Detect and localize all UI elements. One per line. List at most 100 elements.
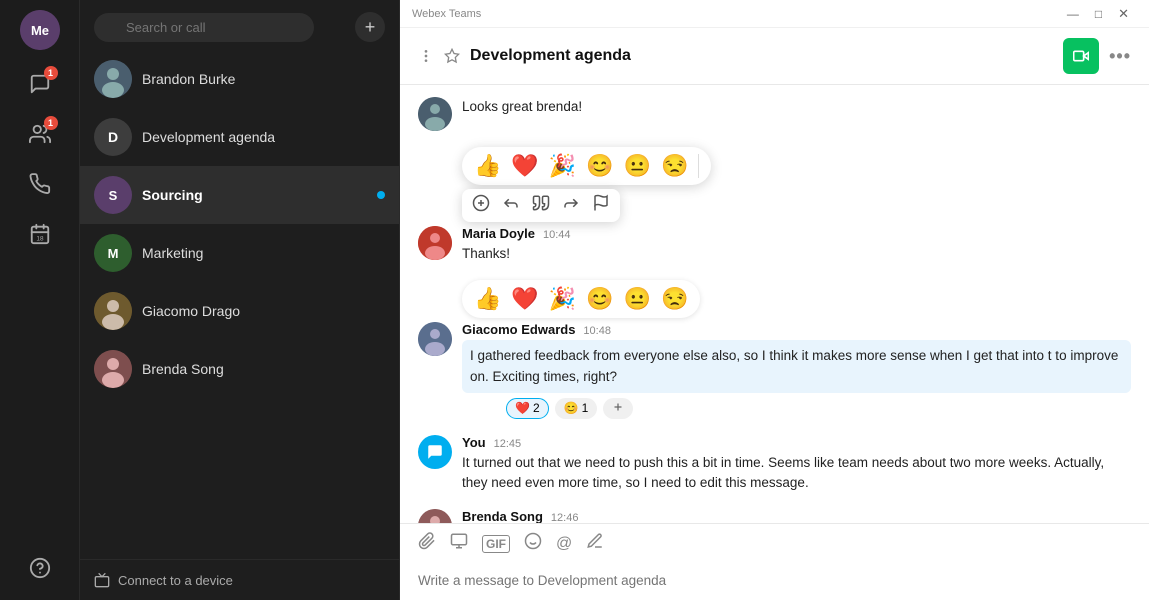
- reaction-unamused[interactable]: 😒: [661, 153, 688, 179]
- icon-bar: Me 1 1 18: [0, 0, 80, 600]
- user-avatar[interactable]: Me: [20, 10, 60, 50]
- react-unamused-2[interactable]: 😒: [661, 286, 688, 312]
- calendar-nav-button[interactable]: 18: [18, 212, 62, 256]
- video-call-button[interactable]: [1063, 38, 1099, 74]
- calls-nav-button[interactable]: [18, 162, 62, 206]
- messages-nav-button[interactable]: 1: [18, 62, 62, 106]
- msg-time-brenda: 12:46: [551, 512, 579, 523]
- more-options-button[interactable]: •••: [1109, 46, 1131, 67]
- sidebar-item-name-brenda-song: Brenda Song: [142, 361, 224, 377]
- help-button[interactable]: [18, 546, 62, 590]
- flag-action[interactable]: [592, 194, 610, 217]
- messages-list: Looks great brenda! 👍 ❤️ 🎉 😊 😐 😒: [400, 85, 1149, 523]
- message-row-giacomo: Giacomo Edwards 10:48 I gathered feedbac…: [418, 322, 1131, 419]
- reply-action[interactable]: [502, 194, 520, 217]
- sidebar-item-brandon-burke[interactable]: Brandon Burke: [80, 50, 399, 108]
- message-row-2: Maria Doyle 10:44 Thanks!: [418, 226, 1131, 264]
- sidebar-item-giacomo-drago[interactable]: Giacomo Drago: [80, 282, 399, 340]
- sidebar: + Brandon Burke D Development agenda S S…: [80, 0, 400, 600]
- reaction-neutral[interactable]: 😐: [624, 153, 651, 179]
- message-input[interactable]: [418, 573, 1131, 588]
- reaction-heart[interactable]: ❤️: [511, 153, 538, 179]
- quote-action[interactable]: [532, 194, 550, 217]
- gif-button[interactable]: GIF: [482, 535, 510, 553]
- sidebar-item-name-sourcing: Sourcing: [142, 187, 203, 203]
- chat-title: Development agenda: [470, 47, 1053, 65]
- close-button[interactable]: ✕: [1110, 6, 1137, 22]
- reaction-thumbsup[interactable]: 👍: [474, 153, 501, 179]
- chat-area: Webex Teams — □ ✕ Development agenda •••…: [400, 0, 1149, 600]
- avatar-brenda: [418, 509, 452, 523]
- avatar-you: [418, 435, 452, 469]
- screen-share-button[interactable]: [450, 532, 468, 555]
- react-party-2[interactable]: 🎉: [549, 286, 576, 312]
- sidebar-item-name-brandon-burke: Brandon Burke: [142, 71, 235, 87]
- reaction-picker-popup[interactable]: 👍 ❤️ 🎉 😊 😐 😒: [462, 147, 711, 185]
- react-neutral-2[interactable]: 😐: [624, 286, 651, 312]
- chat-input-area: [400, 563, 1149, 600]
- avatar-msg1: [418, 97, 452, 131]
- reaction-party[interactable]: 🎉: [549, 153, 576, 179]
- star-icon[interactable]: [444, 48, 460, 64]
- sidebar-item-brenda-song[interactable]: Brenda Song: [80, 340, 399, 398]
- sidebar-item-sourcing[interactable]: S Sourcing: [80, 166, 399, 224]
- inline-reactions-giacomo: ❤️2 😊1: [506, 398, 1149, 419]
- reaction-add-button[interactable]: [603, 398, 633, 419]
- app-title: Webex Teams: [412, 8, 481, 20]
- back-icon: [418, 48, 434, 64]
- message-group-2: 👍 ❤️ 🎉 😊 😐 😒: [418, 147, 1131, 264]
- sidebar-item-development-agenda[interactable]: D Development agenda: [80, 108, 399, 166]
- add-button[interactable]: +: [355, 12, 385, 42]
- forward-action[interactable]: [562, 194, 580, 217]
- emoji-button[interactable]: [524, 532, 542, 555]
- msg-author-giacomo: Giacomo Edwards: [462, 322, 575, 337]
- more-toolbar-button[interactable]: [586, 532, 604, 555]
- avatar-marketing: M: [94, 234, 132, 272]
- attachment-button[interactable]: [418, 532, 436, 555]
- emoji-row-giacomo: 👍 ❤️ 🎉 😊 😐 😒: [462, 280, 1149, 318]
- msg-content-brenda: Brenda Song 12:46 Great Giacomo. I think…: [462, 509, 1131, 523]
- msg-header-giacomo: Giacomo Edwards 10:48: [462, 322, 1131, 337]
- search-input[interactable]: [94, 13, 314, 42]
- msg-text-giacomo: I gathered feedback from everyone else a…: [462, 340, 1131, 393]
- avatar-maria-doyle: [418, 226, 452, 260]
- msg-header-brenda: Brenda Song 12:46: [462, 509, 1131, 523]
- avatar-giacomo-edwards: [418, 322, 452, 356]
- msg-content-maria: Maria Doyle 10:44 Thanks!: [462, 226, 1131, 264]
- reaction-smile[interactable]: 😊: [586, 153, 613, 179]
- chat-toolbar: GIF @: [400, 523, 1149, 563]
- sidebar-item-name-giacomo-drago: Giacomo Drago: [142, 303, 240, 319]
- reaction-pill-smile[interactable]: 😊1: [555, 398, 598, 419]
- avatar-brenda-song: [94, 350, 132, 388]
- react-thumbsup-2[interactable]: 👍: [474, 286, 501, 312]
- connect-device-button[interactable]: Connect to a device: [80, 559, 399, 600]
- add-reaction-action[interactable]: [472, 194, 490, 217]
- message-row-brenda: Brenda Song 12:46 Great Giacomo. I think…: [418, 509, 1131, 523]
- mention-button[interactable]: @: [556, 535, 572, 553]
- msg-time-maria: 10:44: [543, 229, 571, 241]
- messages-badge: 1: [44, 66, 58, 80]
- message-group-3: 👍 ❤️ 🎉 😊 😐 😒 Giacomo Edwards 10:48: [418, 280, 1131, 419]
- emoji-row-popup[interactable]: 👍 ❤️ 🎉 😊 😐 😒: [462, 280, 700, 318]
- msg-content-you1: You 12:45 It turned out that we need to …: [462, 435, 1131, 494]
- sidebar-list: Brandon Burke D Development agenda S Sou…: [80, 50, 399, 559]
- msg-time-you1: 12:45: [494, 438, 522, 450]
- message-row: Looks great brenda!: [418, 97, 1131, 131]
- react-heart-2[interactable]: ❤️: [511, 286, 538, 312]
- contacts-nav-button[interactable]: 1: [18, 112, 62, 156]
- maximize-button[interactable]: □: [1087, 7, 1110, 21]
- react-smile-2[interactable]: 😊: [586, 286, 613, 312]
- minimize-button[interactable]: —: [1059, 7, 1087, 21]
- avatar-sourcing: S: [94, 176, 132, 214]
- msg-time-giacomo: 10:48: [583, 325, 611, 337]
- message-row-you-1245: You 12:45 It turned out that we need to …: [418, 435, 1131, 494]
- msg-author-maria: Maria Doyle: [462, 226, 535, 241]
- avatar-brandon-burke: [94, 60, 132, 98]
- msg-author-you1: You: [462, 435, 486, 450]
- unread-indicator-sourcing: [377, 191, 385, 199]
- chat-header: Development agenda •••: [400, 28, 1149, 85]
- reaction-pill-heart[interactable]: ❤️2: [506, 398, 549, 419]
- sidebar-item-marketing[interactable]: M Marketing: [80, 224, 399, 282]
- msg-content-giacomo: Giacomo Edwards 10:48 I gathered feedbac…: [462, 322, 1131, 419]
- window-titlebar: Webex Teams — □ ✕: [400, 0, 1149, 28]
